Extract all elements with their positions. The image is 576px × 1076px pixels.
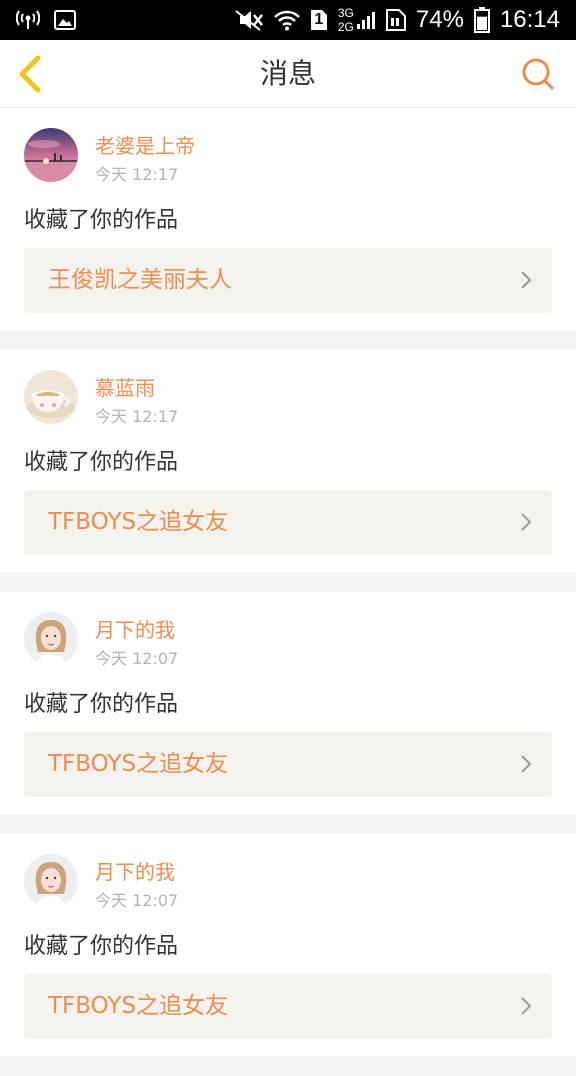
battery-icon <box>473 7 490 33</box>
message-card: 老婆是上帝 今天 12:17 收藏了你的作品 王俊凯之美丽夫人 <box>0 108 576 330</box>
username[interactable]: 月下的我 <box>95 856 175 885</box>
network-type-bottom: 2G <box>337 20 354 34</box>
action-text: 收藏了你的作品 <box>24 450 179 475</box>
status-bar: 1 3G 2G 74% 16:14 <box>0 0 576 40</box>
work-link[interactable]: TFBOYS之追女友 <box>24 490 552 555</box>
avatar[interactable] <box>24 612 78 666</box>
timestamp: 今天 12:07 <box>95 891 179 910</box>
chevron-right-icon <box>521 271 532 289</box>
avatar[interactable] <box>24 854 78 908</box>
message-card: 慕蓝雨 今天 12:17 收藏了你的作品 TFBOYS之追女友 <box>0 350 576 572</box>
girl-avatar <box>24 612 78 666</box>
hotspot-icon <box>16 10 40 30</box>
network-type-top: 3G <box>337 6 354 20</box>
avatar[interactable] <box>24 370 78 424</box>
username[interactable]: 慕蓝雨 <box>95 372 155 401</box>
image-icon <box>54 10 76 30</box>
work-link[interactable]: TFBOYS之追女友 <box>24 974 552 1039</box>
work-title: TFBOYS之追女友 <box>48 509 229 535</box>
chevron-right-icon <box>521 997 532 1015</box>
timestamp: 今天 12:07 <box>95 649 179 668</box>
work-link[interactable]: TFBOYS之追女友 <box>24 732 552 797</box>
message-card: 月下的我 今天 12:07 收藏了你的作品 TFBOYS之追女友 <box>0 834 576 1056</box>
action-text: 收藏了你的作品 <box>24 692 179 717</box>
battery-percent: 74% <box>415 6 464 33</box>
page-title: 消息 <box>259 57 316 90</box>
avatar[interactable] <box>24 128 78 182</box>
timestamp: 今天 12:17 <box>95 407 179 426</box>
work-title: 王俊凯之美丽夫人 <box>48 267 232 293</box>
nav-bar: 消息 <box>0 40 576 108</box>
sunset-avatar <box>24 128 78 182</box>
work-link[interactable]: 王俊凯之美丽夫人 <box>24 248 552 313</box>
teacup-avatar <box>24 370 78 424</box>
chevron-right-icon <box>521 513 532 531</box>
action-text: 收藏了你的作品 <box>24 208 179 233</box>
username[interactable]: 月下的我 <box>95 614 175 643</box>
wifi-icon <box>273 9 300 31</box>
work-title: TFBOYS之追女友 <box>48 751 229 777</box>
work-title: TFBOYS之追女友 <box>48 993 229 1019</box>
chevron-right-icon <box>521 755 532 773</box>
sim-card-icon <box>385 9 406 31</box>
sim-1-icon: 1 <box>310 9 328 31</box>
username[interactable]: 老婆是上帝 <box>95 130 195 159</box>
message-list: 老婆是上帝 今天 12:17 收藏了你的作品 王俊凯之美丽夫人 慕蓝雨 今天 1… <box>0 108 576 1076</box>
clock: 16:14 <box>499 6 560 33</box>
signal-icon <box>356 10 376 30</box>
timestamp: 今天 12:17 <box>95 165 179 184</box>
search-button[interactable] <box>520 56 556 92</box>
action-text: 收藏了你的作品 <box>24 934 179 959</box>
search-icon <box>522 58 554 90</box>
girl-avatar <box>24 854 78 908</box>
mute-icon <box>234 9 264 31</box>
message-card: 月下的我 今天 12:07 收藏了你的作品 TFBOYS之追女友 <box>0 592 576 814</box>
